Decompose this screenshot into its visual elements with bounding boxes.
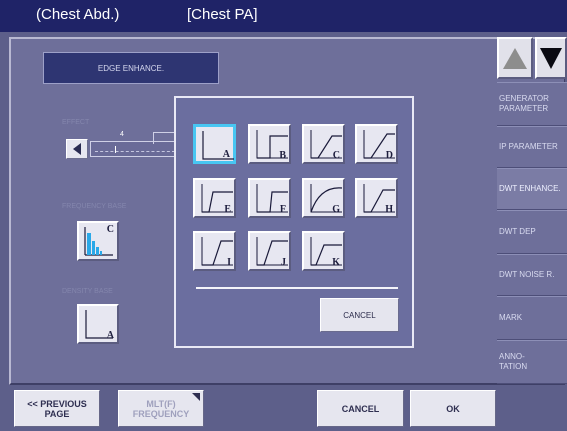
curve-option-j[interactable]: J (248, 231, 291, 271)
curve-letter: G (332, 204, 340, 215)
curve-letter: E (224, 204, 231, 215)
sidebar-item-3[interactable]: DWT ENHANCE. (497, 168, 567, 210)
density-base-letter: A (106, 330, 114, 341)
dialog-cancel-button[interactable]: CANCEL (320, 298, 399, 332)
curve-option-c[interactable]: C (302, 124, 345, 164)
density-base-button[interactable]: A (77, 304, 119, 344)
sidebar-item-label: DWT ENHANCE. (499, 184, 561, 193)
tone-curve-icon (202, 131, 234, 160)
sidebar-item-label-2: PARAMETER (499, 104, 549, 113)
effect-decrease-button[interactable] (66, 139, 88, 159)
curve-letter: H (385, 204, 393, 215)
curve-letter: I (227, 257, 231, 268)
curve-option-d[interactable]: D (355, 124, 398, 164)
curve-option-h[interactable]: H (355, 178, 398, 218)
ok-label: OK (446, 403, 460, 414)
effect-value: 4 (120, 131, 124, 138)
scroll-down-button[interactable] (535, 37, 567, 79)
curve-letter: A (222, 149, 230, 160)
curve-option-b[interactable]: B (248, 124, 291, 164)
sidebar-item-label: MARK (499, 313, 523, 322)
sidebar-item-label: DWT NOISE R. (499, 270, 555, 279)
effect-label: EFFECT (62, 119, 90, 126)
sidebar-item-4[interactable]: DWT DEP (497, 210, 567, 254)
scroll-up-button[interactable] (497, 37, 533, 79)
protocol-title: (Chest Abd.) (36, 6, 120, 23)
cancel-label: CANCEL (341, 403, 380, 414)
sidebar-item-label-2: TATION (499, 362, 528, 371)
curve-option-e[interactable]: E (193, 178, 236, 218)
sidebar-item-label: DWT DEP (499, 227, 536, 236)
sidebar-item-1[interactable]: GENERATOR PARAMETER (497, 82, 567, 126)
curve-letter: F (279, 204, 286, 215)
curve-letter: J (281, 257, 286, 268)
mlt-frequency-button[interactable]: MLT(F) FREQUENCY (118, 390, 204, 427)
dialog-separator (196, 287, 398, 289)
curve-letter: C (332, 150, 340, 161)
up-arrow-icon (503, 48, 527, 69)
curve-option-f[interactable]: F (248, 178, 291, 218)
previous-page-button[interactable]: << PREVIOUS PAGE (14, 390, 100, 427)
sidebar-item-5[interactable]: DWT NOISE R. (497, 254, 567, 296)
edge-enhance-label: EDGE ENHANCE. (97, 63, 165, 73)
sidebar-item-label: IP PARAMETER (499, 142, 558, 151)
curve-option-g[interactable]: G (302, 178, 345, 218)
mlt-line1: MLT(F) (146, 398, 176, 409)
edge-enhance-button[interactable]: EDGE ENHANCE. (43, 52, 219, 84)
sidebar-item-7[interactable]: ANNO- TATION (497, 340, 567, 384)
frequency-base-label: FREQUENCY BASE (62, 203, 127, 210)
frequency-base-button[interactable]: C (77, 221, 119, 261)
curve-option-a[interactable]: A (193, 124, 236, 164)
curve-letter: K (332, 257, 340, 268)
exam-title: [Chest PA] (187, 6, 258, 23)
sidebar-item-6[interactable]: MARK (497, 296, 567, 340)
density-base-label: DENSITY BASE (62, 288, 113, 295)
curve-option-k[interactable]: K (302, 231, 345, 271)
sidebar-item-2[interactable]: IP PARAMETER (497, 126, 567, 168)
sidebar-item-label: ANNO- (499, 352, 525, 361)
previous-line2: PAGE (44, 408, 70, 419)
cancel-button[interactable]: CANCEL (317, 390, 404, 427)
ok-button[interactable]: OK (410, 390, 496, 427)
curve-letter: D (385, 150, 393, 161)
down-arrow-icon (540, 48, 562, 69)
left-arrow-icon (73, 143, 81, 155)
previous-line1: << PREVIOUS (27, 398, 87, 409)
curve-option-i[interactable]: I (193, 231, 236, 271)
sidebar-item-label: GENERATOR (499, 94, 549, 103)
frequency-base-letter: C (106, 224, 114, 235)
mlt-line2: FREQUENCY (132, 408, 190, 419)
dialog-cancel-label: CANCEL (343, 310, 376, 320)
title-bar: (Chest Abd.) [Chest PA] (0, 0, 567, 32)
curve-letter: B (279, 150, 286, 161)
corner-triangle-icon (192, 393, 200, 401)
